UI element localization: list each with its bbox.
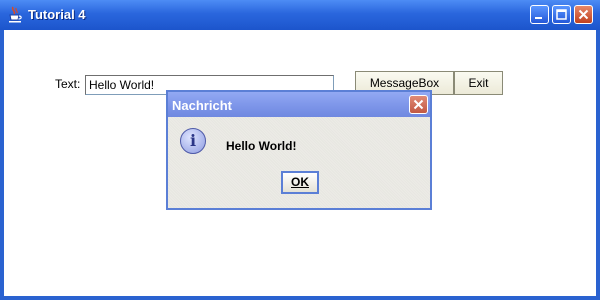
window-titlebar[interactable]: Tutorial 4: [0, 0, 600, 30]
java-cup-icon: [9, 6, 22, 23]
minimize-button[interactable]: [530, 5, 549, 24]
dialog-message: Hello World!: [226, 139, 297, 153]
info-icon: i: [180, 128, 206, 154]
dialog-close-button[interactable]: [409, 95, 428, 114]
dialog-titlebar[interactable]: Nachricht: [168, 92, 430, 117]
close-icon: [578, 9, 589, 20]
exit-button[interactable]: Exit: [454, 71, 503, 95]
minimize-icon: [535, 17, 542, 19]
message-dialog: Nachricht i Hello World! OK: [166, 90, 432, 210]
maximize-icon: [556, 9, 567, 20]
maximize-button[interactable]: [552, 5, 571, 24]
ok-button[interactable]: OK: [281, 171, 319, 194]
close-button[interactable]: [574, 5, 593, 24]
window-title: Tutorial 4: [28, 7, 86, 22]
close-icon: [413, 99, 424, 110]
text-label: Text:: [55, 77, 81, 91]
dialog-title: Nachricht: [172, 98, 232, 113]
info-glyph: i: [189, 131, 197, 150]
